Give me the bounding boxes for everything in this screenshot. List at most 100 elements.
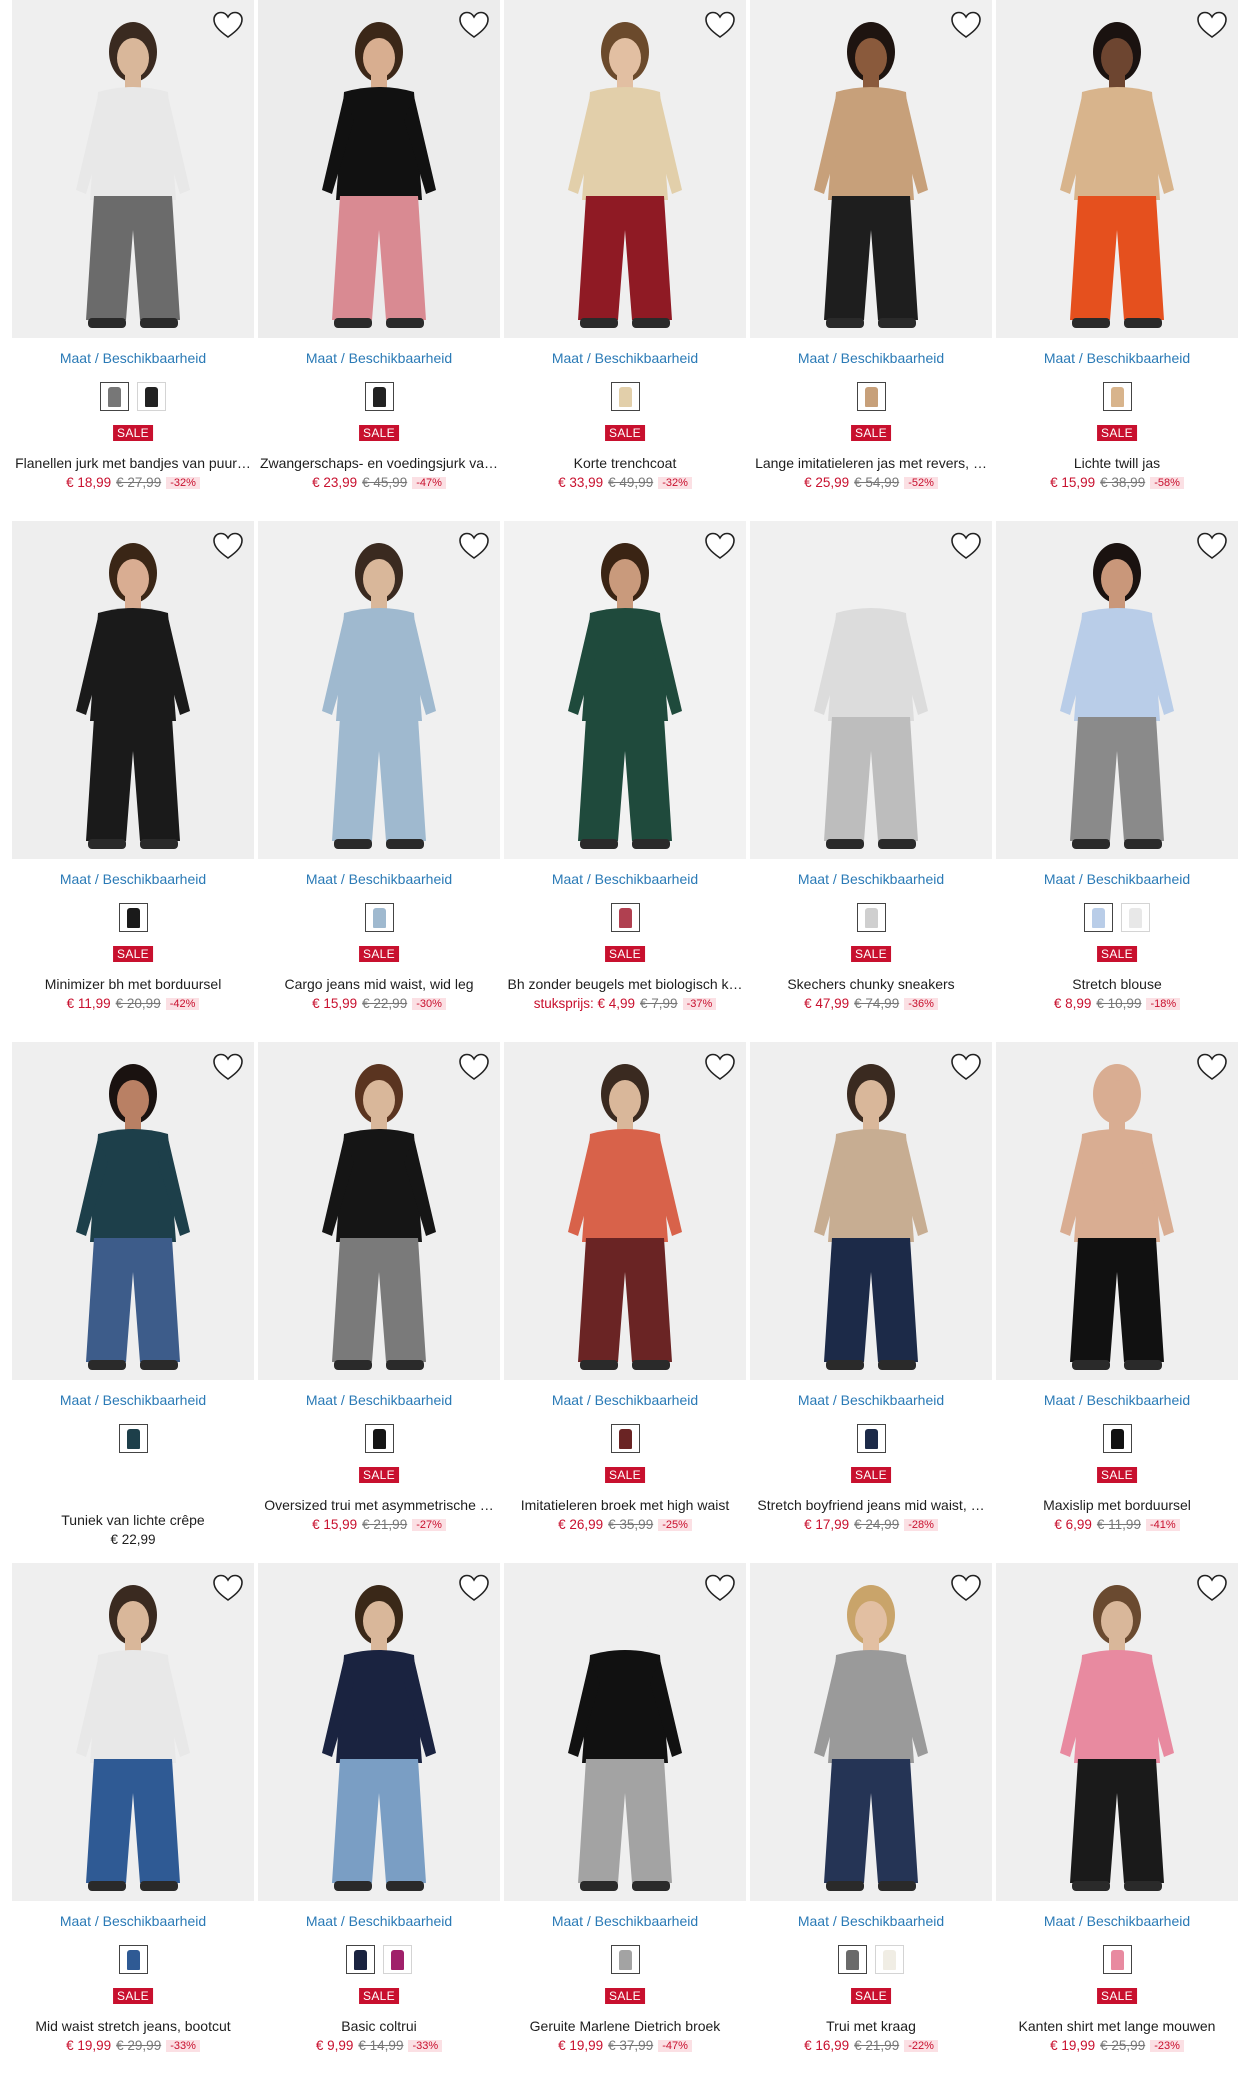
- size-availability-link[interactable]: Maat / Beschikbaarheid: [750, 1913, 992, 1929]
- color-swatch[interactable]: [875, 1945, 904, 1974]
- product-card[interactable]: Maat / Beschikbaarheid SALE Kanten shirt m…: [996, 1563, 1238, 2073]
- color-swatch[interactable]: [1102, 382, 1132, 411]
- wishlist-heart-icon[interactable]: [704, 531, 736, 561]
- product-card[interactable]: Maat / Beschikbaarheid SALE Cargo jeans mi…: [258, 521, 500, 1031]
- size-availability-link[interactable]: Maat / Beschikbaarheid: [996, 871, 1238, 887]
- product-name[interactable]: Tuniek van lichte crêpe: [12, 1512, 254, 1528]
- product-image[interactable]: [750, 1563, 992, 1901]
- product-name[interactable]: Mid waist stretch jeans, bootcut: [12, 2018, 254, 2034]
- color-swatch[interactable]: [856, 1424, 886, 1453]
- product-card[interactable]: Maat / Beschikbaarheid SALE Korte trenchco…: [504, 0, 746, 510]
- wishlist-heart-icon[interactable]: [212, 531, 244, 561]
- product-name[interactable]: Bh zonder beugels met biologisch k…: [504, 976, 746, 992]
- wishlist-heart-icon[interactable]: [458, 1052, 490, 1082]
- size-availability-link[interactable]: Maat / Beschikbaarheid: [750, 871, 992, 887]
- product-image[interactable]: [258, 1563, 500, 1901]
- size-availability-link[interactable]: Maat / Beschikbaarheid: [12, 1392, 254, 1408]
- wishlist-heart-icon[interactable]: [704, 10, 736, 40]
- wishlist-heart-icon[interactable]: [212, 1052, 244, 1082]
- product-name[interactable]: Trui met kraag: [750, 2018, 992, 2034]
- wishlist-heart-icon[interactable]: [950, 1052, 982, 1082]
- color-swatch[interactable]: [856, 382, 886, 411]
- product-card[interactable]: Maat / Beschikbaarheid Tuniek van lichte …: [12, 1042, 254, 1552]
- product-name[interactable]: Lange imitatieleren jas met revers, …: [750, 455, 992, 471]
- product-name[interactable]: Stretch blouse: [996, 976, 1238, 992]
- wishlist-heart-icon[interactable]: [950, 531, 982, 561]
- product-name[interactable]: Oversized trui met asymmetrische …: [258, 1497, 500, 1513]
- color-swatch[interactable]: [346, 1945, 375, 1974]
- color-swatch[interactable]: [610, 382, 640, 411]
- product-image[interactable]: [258, 1042, 500, 1380]
- color-swatch[interactable]: [118, 1945, 148, 1974]
- color-swatch[interactable]: [137, 382, 166, 411]
- size-availability-link[interactable]: Maat / Beschikbaarheid: [258, 871, 500, 887]
- color-swatch[interactable]: [364, 1424, 394, 1453]
- color-swatch[interactable]: [1102, 1424, 1132, 1453]
- product-card[interactable]: Maat / Beschikbaarheid SALE Lange imitatie…: [750, 0, 992, 510]
- product-image[interactable]: [750, 521, 992, 859]
- product-card[interactable]: Maat / Beschikbaarheid SALE Maxislip met b…: [996, 1042, 1238, 1552]
- wishlist-heart-icon[interactable]: [1196, 1573, 1228, 1603]
- product-name[interactable]: Zwangerschaps- en voedingsjurk va…: [258, 455, 500, 471]
- product-image[interactable]: [12, 0, 254, 338]
- size-availability-link[interactable]: Maat / Beschikbaarheid: [12, 1913, 254, 1929]
- product-name[interactable]: Flanellen jurk met bandjes van puur…: [12, 455, 254, 471]
- product-image[interactable]: [996, 1042, 1238, 1380]
- wishlist-heart-icon[interactable]: [704, 1052, 736, 1082]
- product-name[interactable]: Geruite Marlene Dietrich broek: [504, 2018, 746, 2034]
- product-name[interactable]: Minimizer bh met borduursel: [12, 976, 254, 992]
- color-swatch[interactable]: [1084, 903, 1113, 932]
- color-swatch[interactable]: [100, 382, 129, 411]
- wishlist-heart-icon[interactable]: [212, 10, 244, 40]
- product-card[interactable]: Maat / Beschikbaarheid SALE Flanellen jurk…: [12, 0, 254, 510]
- product-name[interactable]: Skechers chunky sneakers: [750, 976, 992, 992]
- size-availability-link[interactable]: Maat / Beschikbaarheid: [996, 1913, 1238, 1929]
- product-name[interactable]: Imitatieleren broek met high waist: [504, 1497, 746, 1513]
- color-swatch[interactable]: [610, 1424, 640, 1453]
- product-card[interactable]: Maat / Beschikbaarheid SALE Stretch blouse…: [996, 521, 1238, 1031]
- size-availability-link[interactable]: Maat / Beschikbaarheid: [258, 1913, 500, 1929]
- color-swatch[interactable]: [856, 903, 886, 932]
- product-name[interactable]: Stretch boyfriend jeans mid waist, …: [750, 1497, 992, 1513]
- wishlist-heart-icon[interactable]: [950, 10, 982, 40]
- wishlist-heart-icon[interactable]: [704, 1573, 736, 1603]
- size-availability-link[interactable]: Maat / Beschikbaarheid: [996, 1392, 1238, 1408]
- product-name[interactable]: Lichte twill jas: [996, 455, 1238, 471]
- product-card[interactable]: Maat / Beschikbaarheid SALE Trui met kraag…: [750, 1563, 992, 2073]
- color-swatch[interactable]: [118, 903, 148, 932]
- color-swatch[interactable]: [838, 1945, 867, 1974]
- product-name[interactable]: Basic coltrui: [258, 2018, 500, 2034]
- product-image[interactable]: [258, 0, 500, 338]
- size-availability-link[interactable]: Maat / Beschikbaarheid: [504, 1392, 746, 1408]
- product-card[interactable]: Maat / Beschikbaarheid SALE Bh zonder beug…: [504, 521, 746, 1031]
- wishlist-heart-icon[interactable]: [212, 1573, 244, 1603]
- wishlist-heart-icon[interactable]: [950, 1573, 982, 1603]
- wishlist-heart-icon[interactable]: [1196, 1052, 1228, 1082]
- product-card[interactable]: Maat / Beschikbaarheid SALE Skechers chunk…: [750, 521, 992, 1031]
- product-card[interactable]: Maat / Beschikbaarheid SALE Mid waist stre…: [12, 1563, 254, 2073]
- product-image[interactable]: [996, 0, 1238, 338]
- size-availability-link[interactable]: Maat / Beschikbaarheid: [258, 350, 500, 366]
- size-availability-link[interactable]: Maat / Beschikbaarheid: [258, 1392, 500, 1408]
- wishlist-heart-icon[interactable]: [1196, 531, 1228, 561]
- size-availability-link[interactable]: Maat / Beschikbaarheid: [750, 350, 992, 366]
- product-image[interactable]: [258, 521, 500, 859]
- color-swatch[interactable]: [118, 1424, 148, 1453]
- product-image[interactable]: [750, 1042, 992, 1380]
- product-card[interactable]: Maat / Beschikbaarheid SALE Basic coltrui €…: [258, 1563, 500, 2073]
- product-image[interactable]: [12, 1563, 254, 1901]
- color-swatch[interactable]: [383, 1945, 412, 1974]
- color-swatch[interactable]: [1121, 903, 1150, 932]
- product-image[interactable]: [504, 521, 746, 859]
- product-image[interactable]: [996, 521, 1238, 859]
- size-availability-link[interactable]: Maat / Beschikbaarheid: [504, 1913, 746, 1929]
- product-image[interactable]: [12, 521, 254, 859]
- product-image[interactable]: [504, 1563, 746, 1901]
- wishlist-heart-icon[interactable]: [1196, 10, 1228, 40]
- color-swatch[interactable]: [364, 903, 394, 932]
- product-name[interactable]: Kanten shirt met lange mouwen: [996, 2018, 1238, 2034]
- product-card[interactable]: Maat / Beschikbaarheid SALE Oversized trui…: [258, 1042, 500, 1552]
- color-swatch[interactable]: [610, 903, 640, 932]
- size-availability-link[interactable]: Maat / Beschikbaarheid: [504, 871, 746, 887]
- product-image[interactable]: [504, 1042, 746, 1380]
